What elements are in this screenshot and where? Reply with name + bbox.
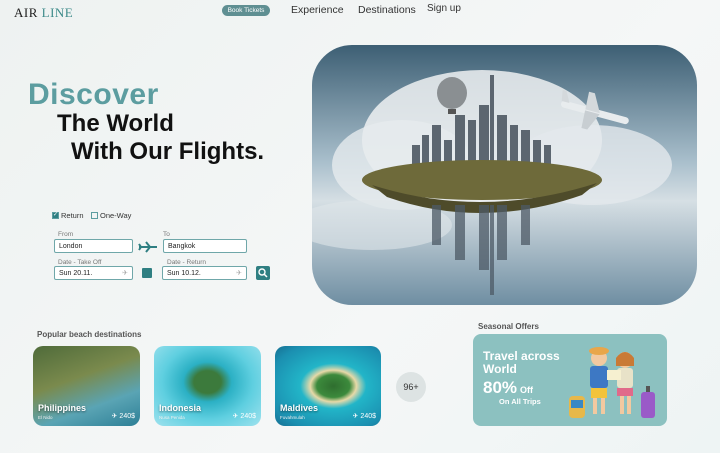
hero-title-discover: Discover xyxy=(28,78,159,111)
nav-experience[interactable]: Experience xyxy=(291,4,344,16)
search-button[interactable] xyxy=(256,266,270,280)
card-price: ✈ 240$ xyxy=(232,412,256,421)
travelers-illustration xyxy=(569,347,655,418)
hero-title-line2: The World xyxy=(57,110,174,137)
from-label: From xyxy=(58,231,74,238)
nav-destinations[interactable]: Destinations xyxy=(358,4,416,16)
card-subtitle: Fuvahmulah xyxy=(280,415,305,420)
return-date-label: Date - Return xyxy=(167,259,207,266)
hero-title-line3: With Our Flights. xyxy=(71,138,265,165)
takeoff-date-input[interactable]: Sun 20.11. ✈ xyxy=(54,266,133,280)
takeoff-label: Date - Take Off xyxy=(58,259,102,266)
card-subtitle: El Nido xyxy=(38,415,53,420)
destination-card[interactable]: Maldives Fuvahmulah ✈ 240$ xyxy=(275,346,381,426)
takeoff-date-value: Sun 20.11. xyxy=(59,269,93,277)
return-option[interactable]: Return xyxy=(52,211,84,220)
plane-icon: ✈ xyxy=(352,413,359,420)
card-subtitle: Nusa Penida xyxy=(159,415,185,420)
plane-icon: ✈ xyxy=(111,413,118,420)
card-name: Philippines xyxy=(38,403,87,413)
brand-logo[interactable]: AIR LINE xyxy=(14,5,73,21)
offer-discount: 80% Off xyxy=(483,378,533,398)
oneway-label: One-Way xyxy=(100,211,132,220)
destination-card[interactable]: Indonesia Nusa Penida ✈ 240$ xyxy=(154,346,261,426)
seasonal-offers-title: Seasonal Offers xyxy=(478,322,539,331)
popular-title: Popular beach destinations xyxy=(37,330,142,339)
return-date-input[interactable]: Sun 10.12. ✈ xyxy=(162,266,247,280)
from-input[interactable]: London xyxy=(54,239,133,253)
oneway-checkbox[interactable] xyxy=(91,212,98,219)
return-date-value: Sun 10.12. xyxy=(167,269,201,277)
destination-card[interactable]: Philippines El Nido ✈ 240$ xyxy=(33,346,140,426)
oneway-option[interactable]: One-Way xyxy=(91,211,131,220)
logo-part-2: LINE xyxy=(41,5,74,20)
offer-percent: 80% xyxy=(483,378,518,397)
logo-part-1: AIR xyxy=(14,5,38,20)
book-tickets-button[interactable]: Book Tickets xyxy=(222,5,270,16)
card-price: ✈ 240$ xyxy=(111,412,135,421)
offer-trips: On All Trips xyxy=(499,397,541,406)
plane-small-icon: ✈ xyxy=(122,270,128,277)
return-checkbox[interactable] xyxy=(52,211,59,219)
offer-line1: Travel across xyxy=(483,349,560,363)
card-name: Indonesia xyxy=(159,403,202,413)
search-icon xyxy=(258,268,268,278)
plane-small-icon: ✈ xyxy=(236,270,242,277)
hero-floating-island-image xyxy=(312,45,697,305)
more-destinations-button[interactable]: 96+ xyxy=(396,372,426,402)
calendar-icon[interactable] xyxy=(142,268,152,278)
seasonal-offer-card[interactable]: Travel across World 80% Off On All Trips xyxy=(473,334,667,426)
card-name: Maldives xyxy=(280,403,319,413)
card-price: ✈ 240$ xyxy=(352,412,376,421)
offer-line2: World xyxy=(483,362,517,376)
plane-icon: ✈ xyxy=(232,413,239,420)
airplane-icon[interactable] xyxy=(138,240,158,253)
to-label: To xyxy=(163,231,170,238)
offer-off: Off xyxy=(520,385,534,395)
to-input[interactable]: Bangkok xyxy=(163,239,247,253)
nav-signup[interactable]: Sign up xyxy=(427,3,461,14)
return-label: Return xyxy=(61,211,84,220)
